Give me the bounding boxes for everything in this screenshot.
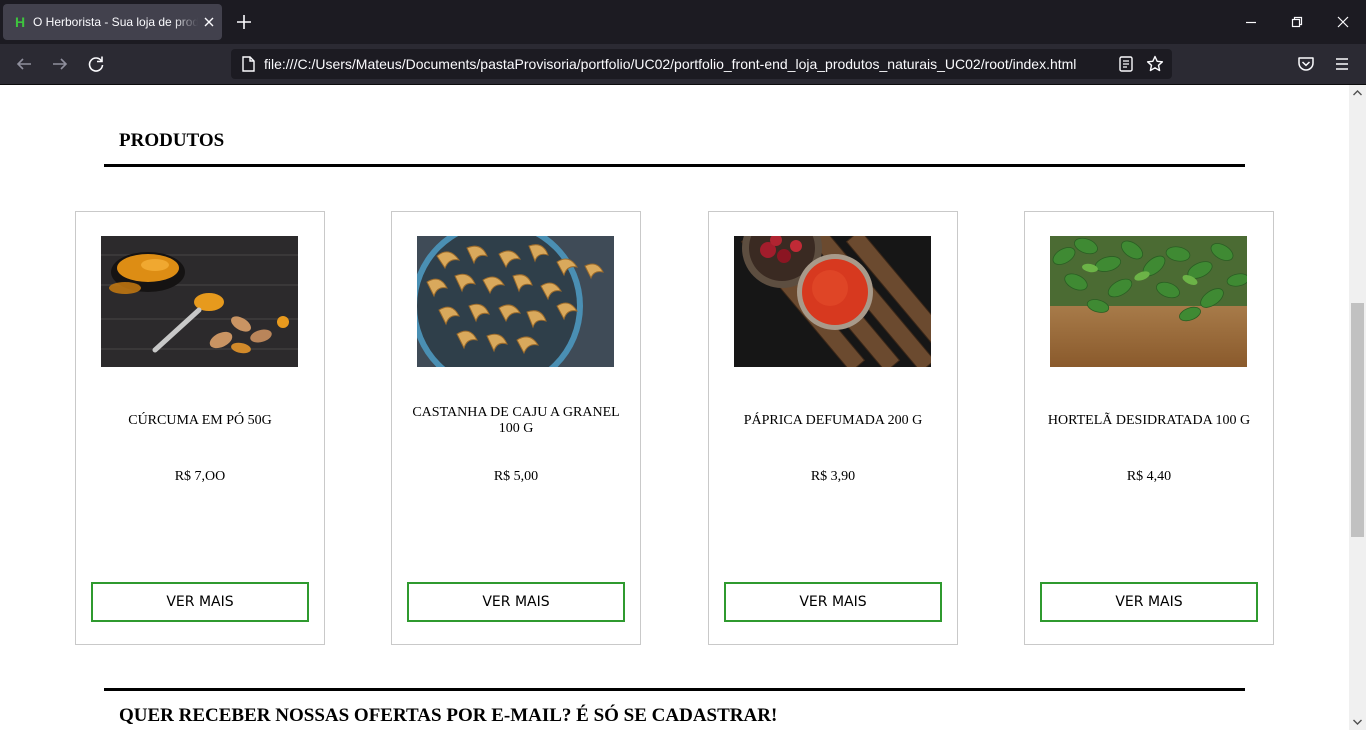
- reload-icon[interactable]: [84, 52, 108, 76]
- turmeric-powder-photo[interactable]: [101, 236, 298, 367]
- scrollbar-thumb[interactable]: [1351, 303, 1364, 537]
- product-price: R$ 4,40: [1126, 469, 1172, 484]
- bookmark-star-icon[interactable]: [1145, 54, 1165, 74]
- browser-nav-bar: file:///C:/Users/Mateus/Documents/pastaP…: [0, 44, 1366, 85]
- product-card: CASTANHA DE CAJU A GRANEL 100 G R$ 5,00 …: [391, 211, 641, 645]
- section-title: PRODUTOS: [119, 130, 225, 151]
- product-card: HORTELÃ DESIDRATADA 100 G R$ 4,40 VER MA…: [1024, 211, 1274, 645]
- new-tab-button[interactable]: [232, 10, 256, 34]
- restore-window-icon[interactable]: [1285, 10, 1309, 34]
- product-name: HORTELÃ DESIDRATADA 100 G: [1047, 413, 1251, 428]
- newsletter-title: QUER RECEBER NOSSAS OFERTAS POR E-MAIL? …: [119, 705, 778, 726]
- url-bar[interactable]: file:///C:/Users/Mateus/Documents/pastaP…: [231, 49, 1172, 79]
- view-more-button[interactable]: VER MAIS: [407, 582, 625, 622]
- section-divider: [104, 688, 1245, 691]
- tab-close-icon[interactable]: [199, 12, 219, 32]
- page-icon: [239, 55, 257, 73]
- back-arrow-icon[interactable]: [12, 52, 36, 76]
- scroll-down-arrow-icon[interactable]: [1351, 714, 1364, 730]
- smoked-paprika-photo[interactable]: [734, 236, 931, 367]
- app-menu-icon[interactable]: [1330, 52, 1354, 76]
- url-text[interactable]: file:///C:/Users/Mateus/Documents/pastaP…: [264, 49, 1076, 79]
- product-name: CASTANHA DE CAJU A GRANEL 100 G: [412, 405, 620, 436]
- reader-view-icon[interactable]: [1117, 55, 1135, 73]
- close-window-icon[interactable]: [1331, 10, 1355, 34]
- product-card: PÁPRICA DEFUMADA 200 G R$ 3,90 VER MAIS: [708, 211, 958, 645]
- view-more-button[interactable]: VER MAIS: [91, 582, 309, 622]
- product-price: R$ 7,OO: [174, 469, 226, 484]
- page-scrollbar[interactable]: [1349, 85, 1366, 730]
- section-divider: [104, 164, 1245, 167]
- mint-leaves-photo[interactable]: [1050, 236, 1247, 367]
- scroll-up-arrow-icon[interactable]: [1351, 85, 1364, 101]
- product-price: R$ 3,90: [810, 469, 856, 484]
- site-favicon-icon: H: [14, 14, 26, 30]
- tab-title: O Herborista - Sua loja de produtos natu…: [33, 15, 198, 29]
- cashew-nuts-photo[interactable]: [417, 236, 614, 367]
- product-name: CÚRCUMA EM PÓ 50G: [128, 413, 272, 428]
- product-card: CÚRCUMA EM PÓ 50G R$ 7,OO VER MAIS: [75, 211, 325, 645]
- view-more-button[interactable]: VER MAIS: [1040, 582, 1258, 622]
- product-name: PÁPRICA DEFUMADA 200 G: [743, 413, 923, 428]
- page-viewport: PRODUTOS CÚRCUMA EM PÓ 50G R$ 7,OO VER M…: [0, 85, 1349, 730]
- minimize-window-icon[interactable]: [1239, 10, 1263, 34]
- forward-arrow-icon[interactable]: [48, 52, 72, 76]
- browser-tab-active[interactable]: H O Herborista - Sua loja de produtos na…: [3, 4, 222, 40]
- product-price: R$ 5,00: [493, 469, 539, 484]
- browser-tab-bar: H O Herborista - Sua loja de produtos na…: [0, 0, 1366, 44]
- pocket-icon[interactable]: [1294, 52, 1318, 76]
- view-more-button[interactable]: VER MAIS: [724, 582, 942, 622]
